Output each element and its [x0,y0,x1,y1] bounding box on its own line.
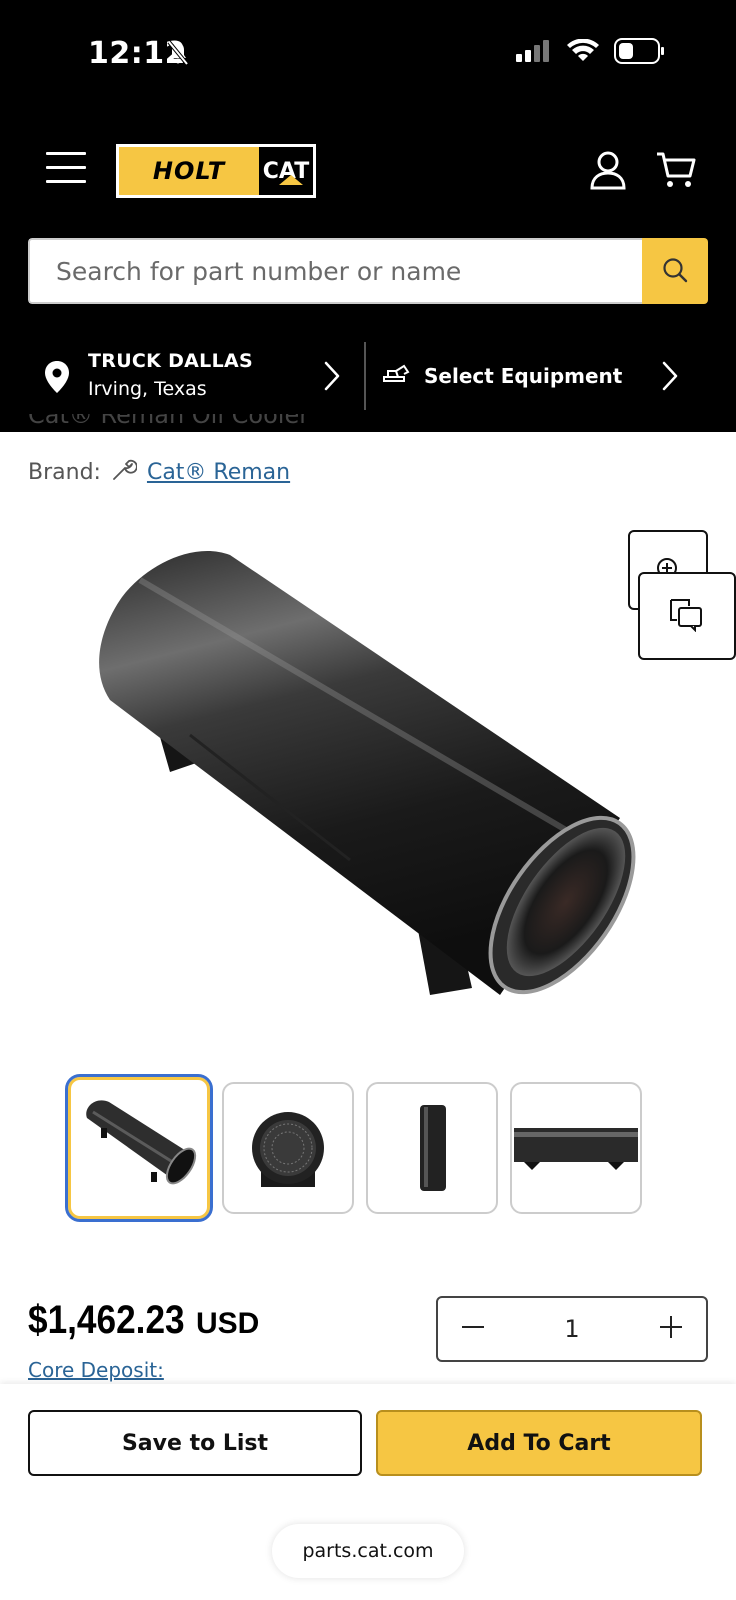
store-name: TRUCK DALLAS [88,350,253,372]
bottom-action-bar: Save to List Add To Cart parts.cat.com [0,1384,736,1600]
browser-url-bar[interactable]: parts.cat.com [272,1524,464,1578]
minus-icon[interactable] [460,1314,486,1344]
status-icons [516,38,666,68]
store-selector[interactable]: TRUCK DALLAS Irving, Texas [44,348,344,408]
thumbnail-1[interactable] [65,1074,213,1222]
user-icon[interactable] [588,150,628,194]
quantity-value[interactable]: 1 [564,1315,579,1343]
logo-cat-text: CAT [259,147,313,195]
brand-link[interactable]: Cat® Reman [147,460,290,485]
save-to-list-button[interactable]: Save to List [28,1410,362,1476]
brand-label: Brand: [28,459,101,485]
thumbnail-3[interactable] [366,1082,498,1214]
excavator-icon [382,363,410,389]
cart-icon[interactable] [655,150,697,194]
site-header: 12:12 HOLT CAT Search for part number or… [0,0,736,432]
store-city: Irving, Texas [88,378,207,400]
hamburger-menu-icon[interactable] [46,152,86,186]
brand-row: Brand: Cat® Reman [28,456,290,488]
battery-icon [614,38,666,68]
search-icon [661,256,689,287]
price-currency: USD [195,1307,260,1340]
select-equipment-label: Select Equipment [424,364,623,388]
search-button[interactable] [642,238,708,304]
thumbnail-2[interactable] [222,1082,354,1214]
logo-holt-text: HOLT [119,147,259,195]
nav-row: HOLT CAT [0,140,736,200]
holt-cat-logo[interactable]: HOLT CAT [116,144,316,198]
chevron-right-icon[interactable] [660,360,680,396]
price-row: $1,462.23 USD [28,1298,259,1343]
thumbnail-4[interactable] [510,1082,642,1214]
core-deposit-link[interactable]: Core Deposit: [28,1358,164,1382]
cat-triangle-icon [279,175,303,185]
chevron-right-icon[interactable] [322,360,342,396]
bell-slash-icon [166,40,190,70]
search-bar [28,238,708,304]
thumbnail-strip [65,1074,642,1222]
add-to-cart-button[interactable]: Add To Cart [376,1410,702,1476]
compare-images-button[interactable] [638,572,736,660]
product-price: $1,462.23 [28,1298,185,1342]
copy-images-icon [667,596,707,636]
product-title: Cat® Reman Oil Cooler [28,414,310,429]
search-input[interactable] [28,238,642,304]
cellular-signal-icon [516,40,552,66]
quantity-stepper: 1 [436,1296,708,1362]
location-pin-icon [44,360,70,398]
select-equipment-button[interactable]: Select Equipment [382,354,622,398]
location-bar: TRUCK DALLAS Irving, Texas Select Equipm… [0,340,736,416]
location-divider [364,342,366,410]
plus-icon[interactable] [658,1314,684,1344]
wifi-icon [566,38,600,67]
product-main-image[interactable] [80,540,660,1040]
wrench-icon [111,456,138,488]
